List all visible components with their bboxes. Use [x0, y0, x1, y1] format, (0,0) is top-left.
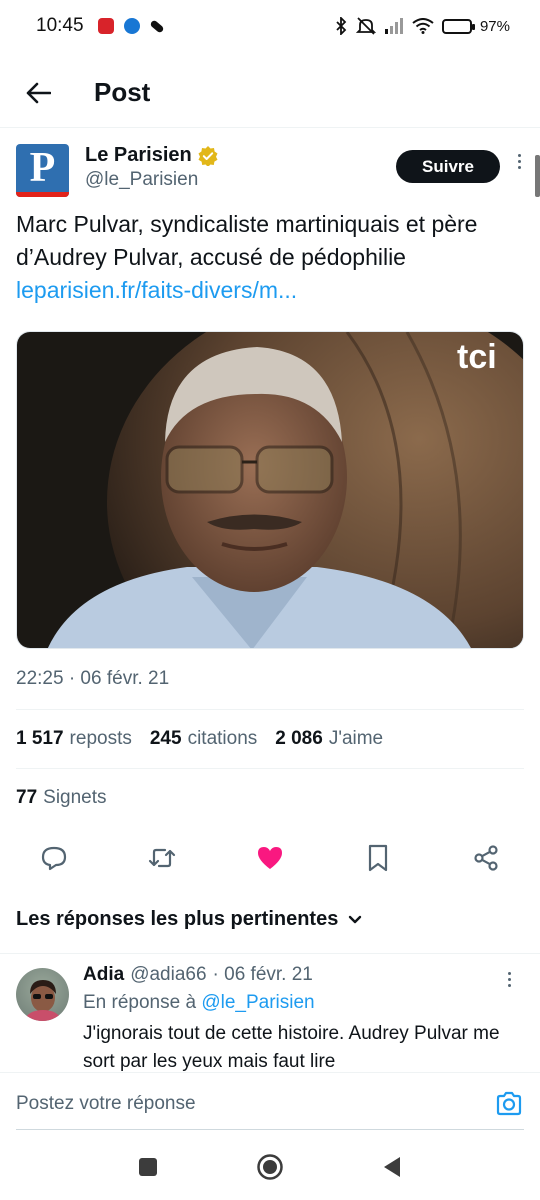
quotes-count: 245: [149, 728, 182, 749]
reposts-stat[interactable]: 1 517 reposts: [16, 728, 132, 750]
reply-body: Adia @adia66 · 06 févr. 21 En réponse à …: [83, 964, 524, 1072]
back-button[interactable]: [18, 73, 58, 113]
recents-button[interactable]: [133, 1152, 163, 1182]
reply-composer: Postez votre réponse: [0, 1072, 540, 1134]
reply-author-name[interactable]: Adia: [83, 964, 124, 986]
bookmark-icon[interactable]: [364, 844, 392, 872]
quotes-label: citations: [187, 728, 258, 749]
bookmarks-stat[interactable]: 77 Signets: [16, 787, 107, 809]
reply-date: · 06 févr. 21: [212, 964, 313, 985]
reply-header: Adia @adia66 · 06 févr. 21: [83, 964, 524, 986]
composer-underline: [16, 1129, 524, 1130]
camera-icon[interactable]: [494, 1089, 524, 1119]
app-header: Post: [0, 58, 540, 128]
notification-app-icon: [97, 18, 114, 34]
system-navbar: [0, 1134, 540, 1200]
reposts-count: 1 517: [16, 728, 64, 749]
notification-sync-icon: [123, 18, 140, 34]
author-name-row: Le Parisien: [85, 144, 218, 167]
reply-more-options-icon[interactable]: [504, 972, 514, 987]
verified-badge-icon[interactable]: [198, 145, 218, 166]
reply-item[interactable]: Adia @adia66 · 06 févr. 21 En réponse à …: [16, 964, 524, 1072]
reply-author-handle[interactable]: @adia66: [130, 964, 206, 986]
quotes-stat[interactable]: 245 citations: [150, 728, 257, 750]
mute-icon: [355, 17, 376, 35]
bluetooth-icon: [336, 17, 347, 35]
status-right: 97%: [334, 17, 510, 35]
status-time: 10:45: [36, 15, 84, 36]
reply-text: J'ignorais tout de cette histoire. Audre…: [83, 1023, 500, 1072]
square-icon: [139, 1158, 157, 1176]
post-text: Marc Pulvar, syndicaliste martiniquais e…: [16, 211, 478, 270]
likes-stat[interactable]: 2 086 J'aime: [275, 728, 383, 750]
triangle-back-icon: [384, 1157, 400, 1177]
author-handle[interactable]: @le_Parisien: [85, 169, 218, 191]
image-watermark: tci: [457, 338, 497, 376]
home-button[interactable]: [255, 1152, 285, 1182]
repost-icon[interactable]: [148, 844, 176, 872]
follow-button[interactable]: Suivre: [396, 150, 500, 183]
post-link[interactable]: leparisien.fr/faits-divers/m...: [16, 274, 521, 307]
battery-icon: [441, 18, 475, 34]
post-body: Marc Pulvar, syndicaliste martiniquais e…: [16, 208, 521, 307]
likes-count: 2 086: [275, 728, 323, 749]
reply-context-mention[interactable]: @le_Parisien: [201, 992, 314, 1013]
reply-input[interactable]: Postez votre réponse: [16, 1093, 494, 1115]
reply-context: En réponse à @le_Parisien: [83, 992, 524, 1014]
author-name[interactable]: Le Parisien: [85, 144, 192, 167]
post-actions: [40, 836, 500, 880]
replies-sort-dropdown[interactable]: Les réponses les plus pertinentes: [16, 908, 362, 931]
author-text: Le Parisien @le_Parisien: [85, 144, 218, 191]
notification-icons: [97, 18, 165, 34]
post-photo: tci: [17, 332, 523, 648]
likes-label: J'aime: [328, 728, 384, 749]
post-timestamp[interactable]: 22:25 · 06 févr. 21: [16, 668, 169, 690]
replies-sort-label: Les réponses les plus pertinentes: [16, 908, 339, 930]
avatar-stripe: [16, 192, 69, 197]
post-image[interactable]: tci: [16, 331, 524, 649]
divider: [16, 709, 524, 710]
wifi-icon: [412, 18, 434, 34]
post-author: P Le Parisien @le_Parisien Suivre: [16, 144, 524, 200]
page-title: Post: [94, 77, 151, 107]
signal-icon: [384, 18, 403, 34]
avatar-letter: P: [29, 145, 56, 191]
share-icon[interactable]: [472, 844, 500, 872]
bookmarks-label: Signets: [43, 787, 107, 808]
reply-context-prefix: En réponse à: [83, 992, 197, 1013]
back-nav-button[interactable]: [377, 1152, 407, 1182]
more-options-icon[interactable]: [514, 154, 524, 169]
scroll-indicator: [535, 155, 540, 197]
notification-pill-icon: [148, 18, 165, 34]
status-bar: 10:45 97%: [0, 0, 540, 52]
divider: [16, 768, 524, 769]
reply-icon[interactable]: [40, 844, 68, 872]
battery-percent: 97%: [479, 17, 510, 35]
author-avatar[interactable]: P: [16, 144, 69, 197]
reply-avatar[interactable]: [16, 968, 69, 1021]
post-stats: 1 517 reposts 245 citations 2 086 J'aime: [16, 728, 383, 750]
arrow-left-icon: [26, 82, 51, 103]
bookmarks-count: 77: [16, 787, 38, 808]
chevron-down-icon: [349, 915, 362, 923]
heart-icon[interactable]: [256, 844, 284, 872]
reposts-label: reposts: [69, 728, 132, 749]
circle-icon: [257, 1154, 283, 1180]
divider: [0, 953, 540, 954]
